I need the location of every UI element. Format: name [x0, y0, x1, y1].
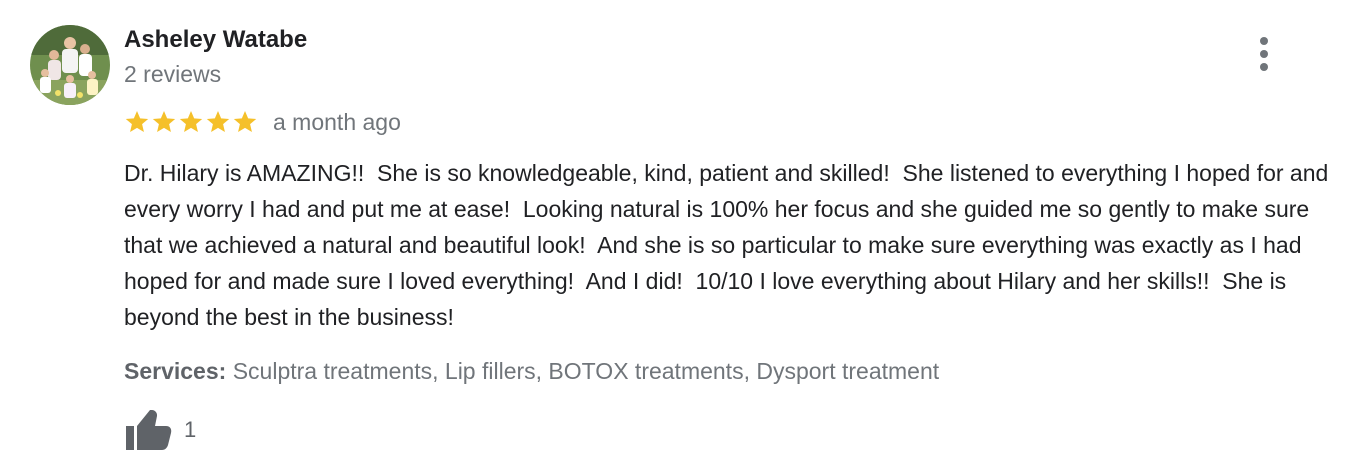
star-icon — [233, 110, 257, 132]
author-review-count: 2 reviews — [124, 61, 222, 87]
star-icon — [179, 110, 203, 132]
rating-row: a month ago — [124, 106, 401, 138]
star-icon — [125, 110, 149, 132]
star-icon — [152, 110, 176, 132]
services-value: Sculptra treatments, Lip fillers, BOTOX … — [232, 358, 940, 384]
like-count: 1 — [184, 417, 197, 442]
avatar[interactable] — [30, 25, 110, 105]
review-card: Asheley Watabe 2 reviews a month ago Dr.… — [0, 0, 1353, 475]
like-row: 1 — [124, 408, 196, 452]
author-name[interactable]: Asheley Watabe — [124, 26, 307, 54]
more-options-button[interactable] — [1248, 32, 1280, 76]
star-rating — [124, 109, 259, 135]
review-date: a month ago — [273, 108, 401, 135]
family-photo-avatar-icon — [30, 25, 110, 105]
thumbs-up-icon[interactable] — [124, 408, 172, 452]
services-label: Services: — [124, 358, 227, 384]
services-line: Services: Sculptra treatments, Lip fille… — [124, 358, 939, 385]
star-icon — [206, 110, 230, 132]
review-text: Dr. Hilary is AMAZING!! She is so knowle… — [124, 160, 1335, 330]
more-vert-icon — [1260, 37, 1268, 45]
